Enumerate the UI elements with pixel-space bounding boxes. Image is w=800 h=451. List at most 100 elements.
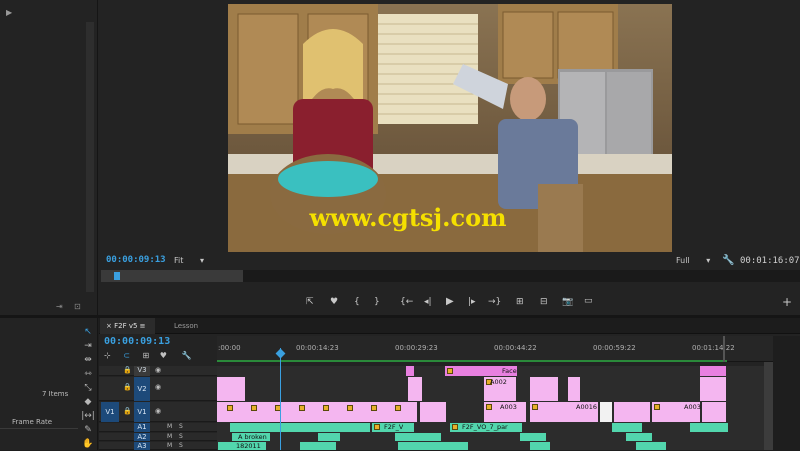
razor-tool-icon[interactable]: ◆ [81,396,95,408]
add-button-icon[interactable]: + [782,295,792,309]
solo-button[interactable]: S [179,433,183,440]
go-to-out-icon[interactable]: →} [488,297,501,307]
selection-tool-icon[interactable]: ↖ [81,326,95,338]
comparison-view-icon[interactable]: ▭ [584,296,593,306]
solo-button[interactable]: S [179,442,183,449]
expand-arrow-icon[interactable]: ▶ [6,8,12,17]
track-label-a3[interactable]: A3 [134,442,150,450]
tab-lesson[interactable]: Lesson [168,318,204,334]
lift-icon[interactable]: ⊞ [516,297,524,307]
source-patch-v1[interactable]: V1 [101,402,119,422]
clip-v2[interactable] [217,377,245,401]
solo-button[interactable]: S [179,423,183,430]
slip-tool-icon[interactable]: |↔| [81,410,95,422]
lock-icon[interactable]: 🔒 [123,383,132,391]
clip-face[interactable]: Face [445,366,517,376]
track-label-v2[interactable]: V2 [134,377,150,401]
timeline-timecode[interactable]: 00:00:09:13 [104,336,170,347]
clip-v3[interactable] [700,366,726,376]
clip-a3[interactable] [530,442,550,450]
clip-f2f-vo7[interactable]: F2F_VO_7_par [450,423,522,432]
tab-f2f-v5[interactable]: × F2F v5 ≡ [100,318,155,334]
panel-settings-icon[interactable]: ⊡ [74,302,81,311]
track-label-a1[interactable]: A1 [134,423,150,432]
mute-button[interactable]: M [167,433,172,440]
clip-v1[interactable] [614,402,650,422]
clip-a2[interactable] [520,433,546,441]
clip-a003b[interactable]: A003 [652,402,701,422]
lock-icon[interactable]: 🔒 [123,366,132,374]
linked-selection-icon[interactable]: ⊂ [123,351,130,360]
clip-a3[interactable] [398,442,468,450]
ripple-edit-tool-icon[interactable]: ⇹ [81,354,95,366]
close-icon[interactable]: × [106,322,112,330]
clip-v1-white[interactable] [600,402,612,422]
add-marker-icon[interactable]: ⊞ [143,351,150,360]
ruler-label: :00:00 [218,344,241,352]
marker-icon[interactable]: ♥ [330,297,338,307]
timeline-settings-icon[interactable]: 🔧 [181,351,191,360]
clip-a2[interactable] [395,433,441,441]
clip-a3[interactable] [636,442,666,450]
rate-stretch-tool-icon[interactable]: ⤡ [81,382,95,394]
clip-v2[interactable] [568,377,580,401]
export-frame-icon[interactable]: 📷 [562,297,573,307]
clip-a0016[interactable]: A0016 [530,402,598,422]
clip-v2[interactable] [700,377,726,401]
clip-a1[interactable] [230,423,370,432]
track-label-v3[interactable]: V3 [134,366,150,376]
clip-a3[interactable] [300,442,336,450]
clip-v2[interactable] [530,377,558,401]
insert-icon[interactable]: ⇱ [306,297,314,307]
track-select-tool-icon[interactable]: ⇥ [81,340,95,352]
snap-icon[interactable]: ⊹ [104,351,111,360]
clip-a003[interactable]: A003 [484,402,526,422]
tab-menu-icon[interactable]: ≡ [140,322,146,330]
playback-resolution-select[interactable]: Full ▾ [676,256,710,265]
panel-export-icon[interactable]: ⇥ [56,302,63,311]
track-label-a2[interactable]: A2 [134,433,150,441]
pen-tool-icon[interactable]: ✎ [81,424,95,436]
play-icon[interactable]: ▶ [446,296,454,307]
monitor-playhead[interactable] [114,272,120,280]
frame-rate-header[interactable]: Frame Rate [12,418,52,426]
mute-button[interactable]: M [167,423,172,430]
mark-out-icon[interactable]: } [374,297,380,307]
hand-tool-icon[interactable]: ✋ [81,438,95,450]
step-forward-icon[interactable]: |▸ [468,297,476,307]
mark-in-icon[interactable]: { [354,297,360,307]
mute-button[interactable]: M [167,442,172,449]
eye-icon[interactable]: ◉ [155,383,161,391]
lock-icon[interactable]: 🔒 [123,407,132,415]
clip-v1-group[interactable] [217,402,417,422]
extract-icon[interactable]: ⊟ [540,297,548,307]
zoom-level-select[interactable]: Fit ▾ [174,256,204,265]
eye-icon[interactable]: ◉ [155,366,161,374]
step-back-icon[interactable]: ◂| [424,297,432,307]
scrollbar-thumb[interactable] [764,362,773,450]
fx-badge-icon [395,405,401,411]
monitor-timecode[interactable]: 00:00:09:13 [106,255,166,265]
clip-a2[interactable] [318,433,340,441]
clip-a2[interactable] [626,433,652,441]
duration-timecode: 00:01:16:07 [740,256,800,266]
rolling-edit-tool-icon[interactable]: ⇿ [81,368,95,380]
go-to-in-icon[interactable]: {← [400,297,413,307]
timeline-vertical-scrollbar[interactable] [773,336,800,450]
timeline-tabs [99,318,800,334]
marker-icon[interactable]: ♥ [160,351,167,360]
wrench-icon[interactable]: 🔧 [722,255,734,266]
clip-v2[interactable] [408,377,422,401]
clip-f2f-v[interactable]: F2F_V [372,423,414,432]
left-panel-scrollbar[interactable] [86,22,94,292]
clip-a002[interactable]: A002 [484,377,516,401]
clip-182011[interactable]: 182011 [218,442,266,450]
clip-v3[interactable] [406,366,414,376]
clip-a-broken[interactable]: A broken [232,433,270,441]
track-label-v1[interactable]: V1 [134,402,150,422]
clip-a1[interactable] [690,423,728,432]
eye-icon[interactable]: ◉ [155,407,161,415]
clip-v1[interactable] [420,402,446,422]
clip-a1[interactable] [612,423,642,432]
clip-v1[interactable] [702,402,726,422]
